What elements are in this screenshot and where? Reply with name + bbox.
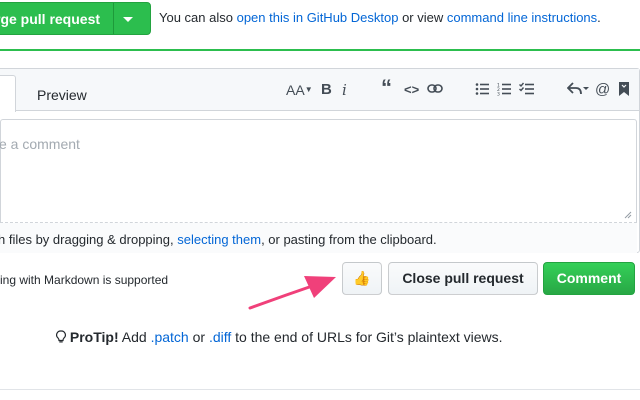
comment-placeholder: e a comment <box>0 136 80 152</box>
text-size-icon[interactable]: AA▼ <box>286 80 313 100</box>
thumbs-up-icon: 👍 <box>353 270 371 286</box>
pointer-arrow-annotation <box>248 276 336 310</box>
quote-icon[interactable]: “ <box>381 77 392 99</box>
attach-files-text: h files by dragging & dropping, selectin… <box>0 232 437 247</box>
link-icon[interactable] <box>427 82 443 96</box>
unordered-list-icon[interactable] <box>475 82 489 96</box>
chevron-down-icon[interactable] <box>123 17 133 22</box>
attach-prefix: h files by dragging & dropping, <box>0 232 178 247</box>
editor-tabbar: e Preview AA▼ B i “ <> 123 @ <box>0 69 639 112</box>
reply-icon[interactable] <box>567 81 589 97</box>
comment-textarea[interactable]: e a comment <box>0 119 637 223</box>
text-size-glyph: AA <box>286 82 305 98</box>
italic-icon[interactable]: i <box>342 80 347 100</box>
merge-divider <box>113 3 114 34</box>
merge-button-label: rge pull request <box>0 11 101 27</box>
code-icon[interactable]: <> <box>404 80 419 100</box>
mention-icon[interactable]: @ <box>595 80 610 100</box>
merge-info-prefix: You can also <box>159 10 237 25</box>
merge-info-suffix: . <box>597 10 601 25</box>
attach-suffix: , or pasting from the clipboard. <box>261 232 437 247</box>
merge-divider-line <box>0 49 640 51</box>
task-list-icon[interactable] <box>519 82 535 96</box>
ordered-list-icon[interactable]: 123 <box>497 82 511 96</box>
bottom-divider <box>0 389 640 390</box>
merge-info-text: You can also open this in GitHub Desktop… <box>159 10 601 25</box>
github-desktop-link[interactable]: open this in GitHub Desktop <box>237 10 399 25</box>
svg-text:3: 3 <box>497 92 500 97</box>
patch-link[interactable]: .patch <box>151 329 189 345</box>
markdown-supported-note: ing with Markdown is supported <box>0 273 169 287</box>
close-pull-request-button[interactable]: Close pull request <box>388 262 538 295</box>
attach-files-bar: h files by dragging & dropping, selectin… <box>0 223 637 253</box>
merge-pull-request-button[interactable]: rge pull request <box>0 2 151 35</box>
diff-link[interactable]: .diff <box>209 329 231 345</box>
merge-info-middle: or view <box>398 10 447 25</box>
protip-text-1: Add <box>118 329 151 345</box>
protip-text-3: to the end of URLs for Git’s plaintext v… <box>231 329 503 345</box>
tab-write[interactable]: e <box>0 75 16 112</box>
bold-icon[interactable]: B <box>321 80 332 100</box>
protip-label: ProTip! <box>69 329 119 345</box>
bookmark-icon[interactable] <box>619 82 629 96</box>
command-line-link[interactable]: command line instructions <box>447 10 597 25</box>
protip-text-2: or <box>188 329 209 345</box>
resize-handle-icon[interactable] <box>624 211 632 219</box>
select-files-link[interactable]: selecting them <box>177 232 261 247</box>
comment-button[interactable]: Comment <box>543 262 635 295</box>
lightbulb-icon <box>56 330 66 343</box>
thumbs-up-button[interactable]: 👍 <box>342 262 382 295</box>
protip-text: ProTip! Add .patch or .diff to the end o… <box>56 329 503 345</box>
comment-form: e Preview AA▼ B i “ <> 123 @ e a comment… <box>0 68 640 253</box>
tab-preview[interactable]: Preview <box>37 87 87 103</box>
